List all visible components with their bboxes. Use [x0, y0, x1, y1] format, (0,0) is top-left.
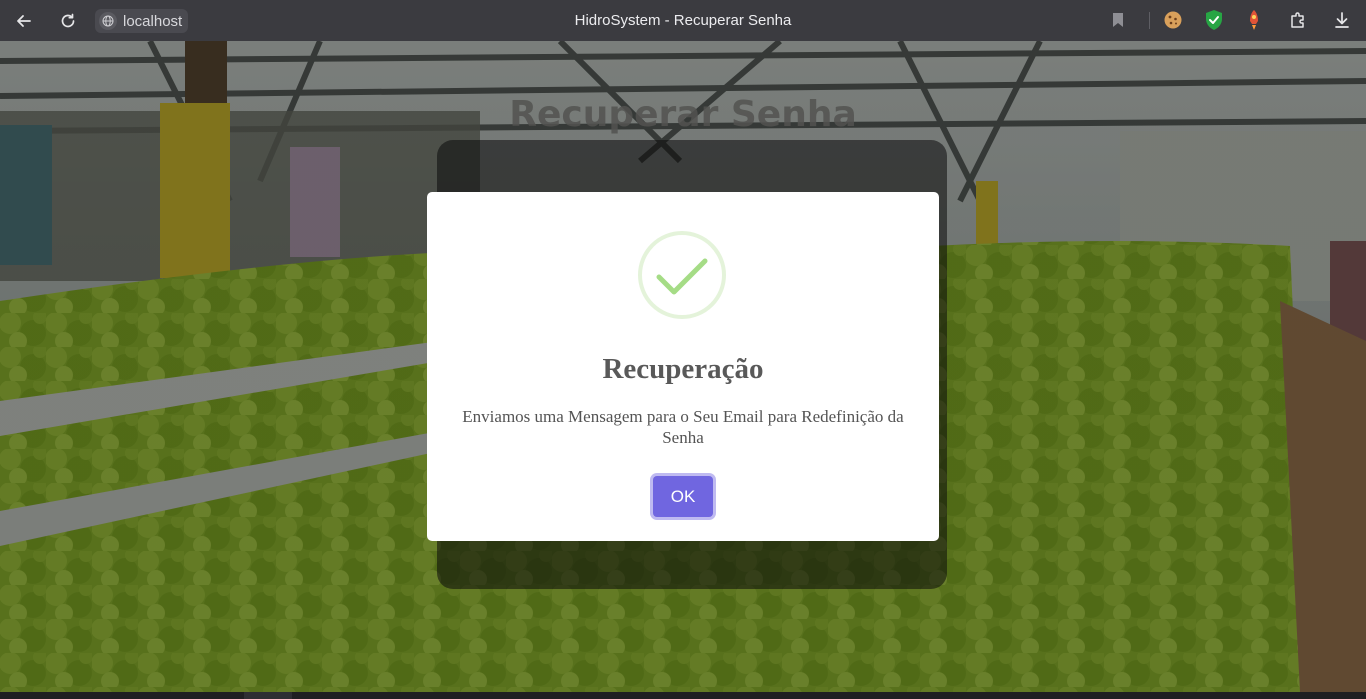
reload-button[interactable]	[55, 8, 81, 34]
bookmark-icon	[1113, 13, 1123, 27]
cookie-extension-button[interactable]	[1163, 10, 1183, 30]
downloads-button[interactable]	[1332, 10, 1352, 30]
horizontal-scrollbar[interactable]	[0, 692, 1366, 699]
bookmark-button[interactable]	[1108, 10, 1128, 30]
cookie-icon	[1164, 11, 1182, 29]
toolbar-divider	[1149, 12, 1150, 29]
page-viewport: Recuperar Senha Recuperação Enviamos uma…	[0, 41, 1366, 692]
shield-extension-button[interactable]	[1204, 10, 1224, 30]
reload-icon	[61, 13, 75, 28]
back-button[interactable]	[11, 8, 37, 34]
globe-icon[interactable]	[99, 12, 117, 30]
dialog-title: Recuperação	[602, 353, 764, 385]
download-icon	[1335, 12, 1349, 28]
success-dialog: Recuperação Enviamos uma Mensagem para o…	[427, 192, 939, 541]
ok-button[interactable]: OK	[653, 476, 713, 517]
window-title: HidroSystem - Recuperar Senha	[574, 12, 792, 29]
url-text[interactable]: localhost	[123, 13, 182, 30]
extensions-button[interactable]	[1288, 10, 1308, 30]
scrollbar-thumb[interactable]	[244, 692, 292, 699]
rocket-extension-button[interactable]	[1244, 10, 1264, 30]
browser-toolbar: localhost HidroSystem - Recuperar Senha	[0, 0, 1366, 41]
puzzle-icon	[1291, 12, 1304, 28]
success-check-icon	[638, 231, 726, 319]
rocket-icon	[1250, 10, 1258, 30]
shield-check-icon	[1206, 10, 1222, 30]
arrow-left-icon	[17, 15, 31, 27]
address-bar[interactable]: localhost	[95, 9, 189, 33]
dialog-message: Enviamos uma Mensagem para o Seu Email p…	[462, 407, 904, 447]
